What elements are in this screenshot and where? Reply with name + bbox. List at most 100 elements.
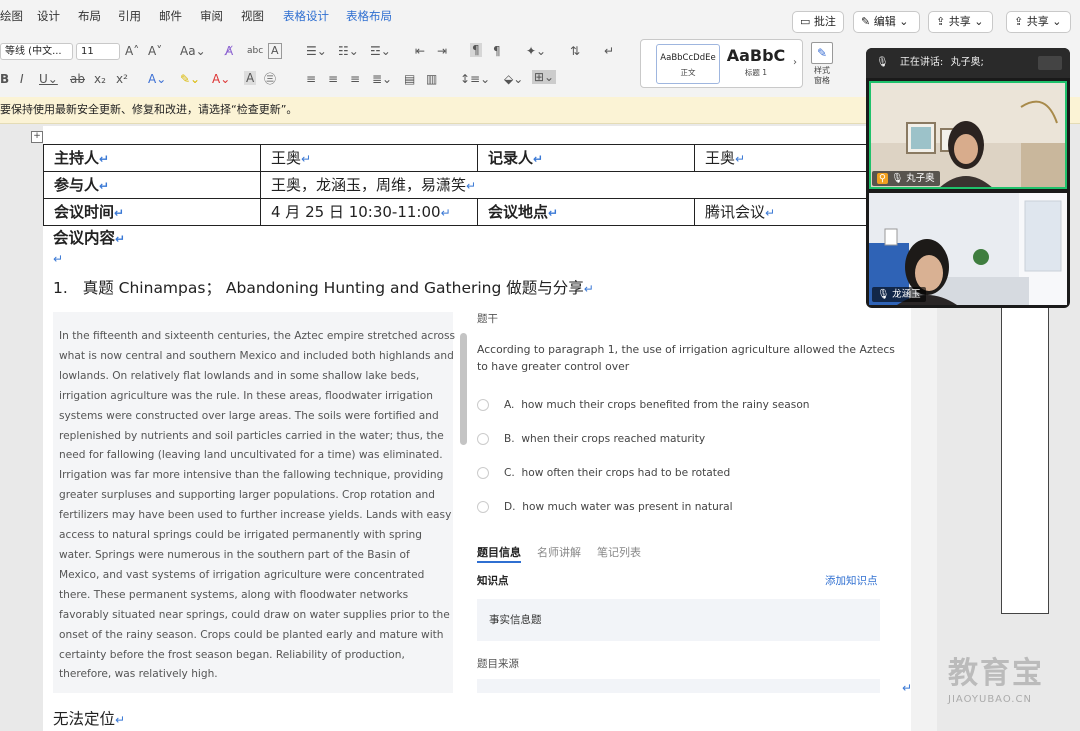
speaker-bar: 🎙 正在讲话: 丸子奥; (866, 48, 1070, 78)
source-box (477, 679, 880, 693)
passage-line: replenished by nutrients and soil partic… (59, 429, 444, 442)
tab-question-info[interactable]: 题目信息 (477, 544, 521, 560)
passage-text: In the fifteenth and sixteenth centuries… (59, 327, 455, 685)
time-label-cell[interactable]: 会议时间↵ (43, 198, 261, 226)
line-spacing-icon[interactable]: ↕≡⌄ (460, 72, 490, 86)
active-tab-underline (477, 561, 521, 563)
increase-indent-icon[interactable]: ⇥ (437, 44, 447, 58)
style-heading-1[interactable]: AaBbC 标题 1 (723, 44, 789, 84)
rtl-icon[interactable]: ¶ (493, 44, 501, 58)
multilevel-list-icon[interactable]: ☲⌄ (370, 44, 391, 58)
sort-icon[interactable]: ⇅ (570, 44, 580, 58)
knowledge-label: 知识点 (477, 575, 509, 587)
change-case-icon[interactable]: Aa⌄ (180, 44, 206, 58)
option-a-radio[interactable] (477, 399, 489, 411)
styles-gallery: AaBbCcDdEe 正文 AaBbC 标题 1 › (640, 39, 803, 88)
passage-line: certainty before the frost season began.… (59, 648, 405, 661)
style-normal[interactable]: AaBbCcDdEe 正文 (656, 44, 720, 84)
edit-button[interactable]: ✎ 编辑 ⌄ (853, 11, 920, 33)
time-value-cell[interactable]: 4 月 25 日 10:30-11:00↵ (260, 198, 478, 226)
option-c[interactable]: C. how often their crops had to be rotat… (504, 467, 730, 479)
tab-view[interactable]: 视图 (241, 8, 264, 24)
tab-notes-list[interactable]: 笔记列表 (597, 544, 641, 560)
decrease-indent-icon[interactable]: ⇤ (415, 44, 425, 58)
agenda-item-1[interactable]: 1. 真题 Chinampas； Abandoning Hunting and … (53, 276, 594, 298)
host-value-cell[interactable]: 王奥↵ (260, 144, 478, 172)
option-d[interactable]: D. how much water was present in natural (504, 501, 733, 513)
option-c-radio[interactable] (477, 467, 489, 479)
comment-icon: ▭ (800, 15, 811, 28)
align-left-icon[interactable]: ≡ (306, 72, 316, 86)
styles-pane-button[interactable]: ✎ 样式窗格 (809, 42, 835, 86)
text-effect-icon[interactable]: A⌄ (148, 72, 166, 86)
shading-icon[interactable]: ⬙⌄ (504, 72, 523, 86)
text-effects-icon[interactable]: ✦⌄ (526, 44, 546, 58)
justify-icon[interactable]: ≣⌄ (372, 72, 392, 86)
participants-label-cell[interactable]: 参与人↵ (43, 171, 261, 199)
recorder-label-cell[interactable]: 记录人↵ (477, 144, 695, 172)
place-label-cell[interactable]: 会议地点↵ (477, 198, 695, 226)
tab-table-design[interactable]: 表格设计 (283, 8, 329, 24)
superscript-icon[interactable]: x² (116, 72, 128, 86)
tab-teacher-explanation[interactable]: 名师讲解 (537, 544, 581, 560)
columns-icon[interactable]: ▥ (426, 72, 437, 86)
video-tile-participant-2[interactable]: 🎙 龙涵玉 (869, 193, 1067, 305)
phonetic-guide-icon[interactable]: abc (247, 44, 263, 58)
option-a[interactable]: A. how much their crops benefited from t… (504, 399, 810, 411)
passage-line: In the fifteenth and sixteenth centuries… (59, 330, 455, 342)
underline-icon[interactable]: U⌄ (39, 72, 58, 86)
enclose-char-icon[interactable]: ㊂ (264, 72, 276, 86)
empty-paragraph-mark: ↵ (53, 252, 64, 266)
italic-icon[interactable]: I (20, 72, 24, 86)
subscript-icon[interactable]: x₂ (94, 72, 106, 86)
passage-line: irrigation agriculture was the rule. In … (59, 389, 433, 402)
distribute-icon[interactable]: ▤ (404, 72, 415, 86)
tab-layout[interactable]: 布局 (78, 8, 101, 24)
tab-design[interactable]: 设计 (37, 8, 60, 24)
host-label-cell[interactable]: 主持人↵ (43, 144, 261, 172)
tab-references[interactable]: 引用 (118, 8, 141, 24)
bold-icon[interactable]: B (0, 72, 9, 86)
align-right-icon[interactable]: ≡ (350, 72, 360, 86)
option-d-radio[interactable] (477, 501, 489, 513)
passage-line: systems were constructed over large area… (59, 409, 439, 422)
font-color-icon[interactable]: A⌄ (212, 72, 230, 86)
grid-view-icon[interactable] (1038, 56, 1062, 70)
share-button[interactable]: ⇪ 共享 ⌄ (928, 11, 993, 33)
option-b-radio[interactable] (477, 433, 489, 445)
microphone-icon: 🎙 (891, 173, 904, 184)
chevron-right-icon[interactable]: › (793, 56, 797, 70)
tab-mailings[interactable]: 邮件 (159, 8, 182, 24)
share-icon: ⇪ (936, 15, 946, 28)
tab-review[interactable]: 审阅 (200, 8, 223, 24)
paragraph-mark: ↵ (902, 681, 913, 695)
char-shading-icon[interactable]: A (244, 71, 257, 85)
strikethrough-icon[interactable]: ab (70, 72, 85, 86)
ltr-icon[interactable]: ¶ (470, 43, 482, 57)
participants-value-cell[interactable]: 王奥，龙涵玉，周维，易潇笑↵ (260, 171, 911, 199)
add-knowledge-link[interactable]: 添加知识点 (825, 573, 878, 588)
show-marks-icon[interactable]: ↵ (604, 44, 614, 58)
footer-heading[interactable]: 无法定位↵ (53, 707, 125, 729)
borders-icon[interactable]: ⊞⌄ (532, 70, 557, 84)
align-center-icon[interactable]: ≡ (328, 72, 338, 86)
font-name-select[interactable]: 等线 (中文... (0, 43, 73, 60)
table-move-handle[interactable]: + (31, 131, 43, 143)
passage-scrollbar[interactable] (460, 333, 467, 445)
highlight-icon[interactable]: ✎⌄ (180, 72, 200, 86)
clear-format-icon[interactable]: A̸ (225, 44, 233, 58)
comment-button[interactable]: ▭ 批注 (792, 11, 844, 33)
numbering-icon[interactable]: ☷⌄ (338, 44, 359, 58)
content-heading[interactable]: 会议内容↵ (53, 226, 125, 248)
tab-draw[interactable]: 绘图 (0, 8, 23, 24)
passage-line: Mexico, and vast systems of irrigation a… (59, 568, 425, 581)
grow-font-icon[interactable]: A˄ (125, 44, 139, 58)
font-size-select[interactable]: 11 (76, 43, 120, 60)
char-border-icon[interactable]: A (268, 43, 282, 59)
bullets-icon[interactable]: ☰⌄ (306, 44, 327, 58)
tab-table-layout[interactable]: 表格布局 (346, 8, 392, 24)
option-b[interactable]: B. when their crops reached maturity (504, 433, 705, 445)
shrink-font-icon[interactable]: A˅ (148, 44, 162, 58)
video-tile-participant-1[interactable]: ⚲ 🎙 丸子奥 (869, 81, 1067, 189)
share-button-2[interactable]: ⇪ 共享 ⌄ (1006, 11, 1071, 33)
